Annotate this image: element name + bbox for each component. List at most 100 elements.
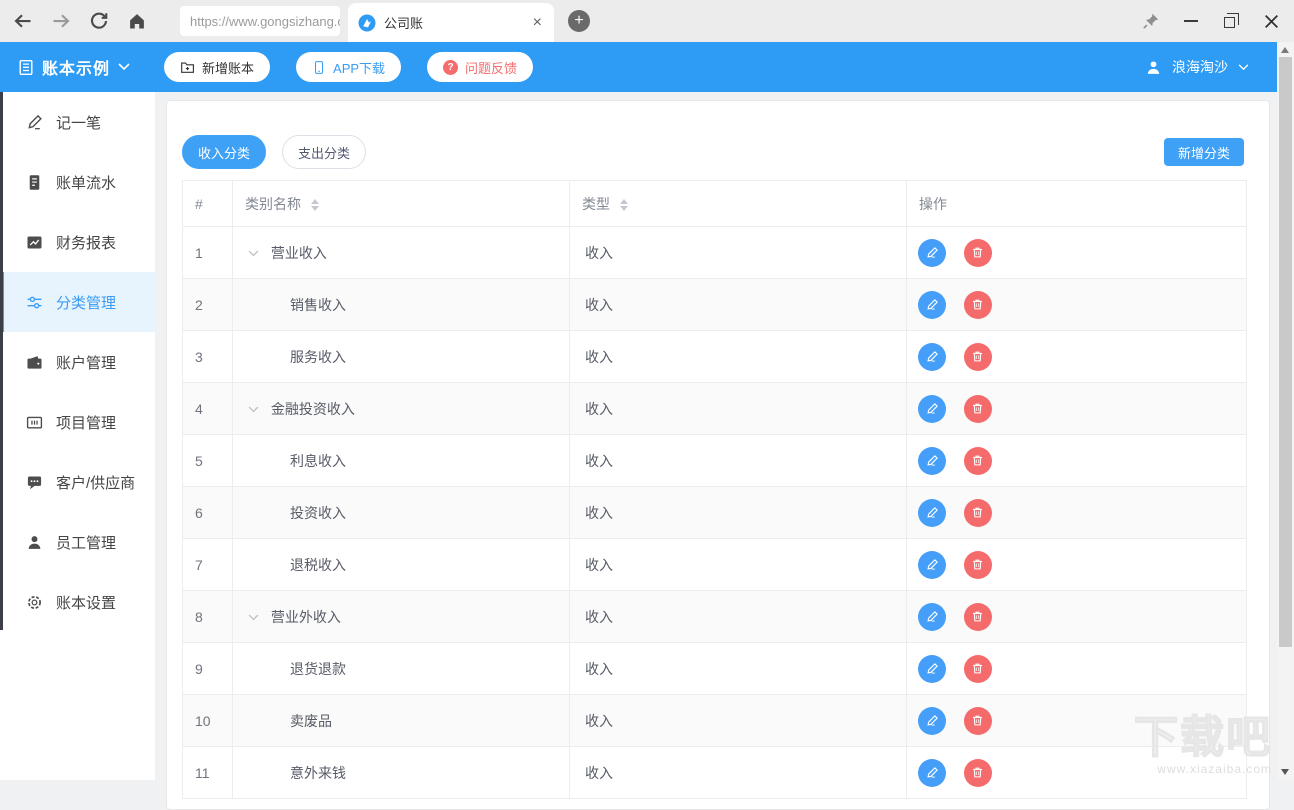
sidebar-item-projects[interactable]: 项目管理: [0, 392, 155, 452]
scrollbar-thumb[interactable]: [1279, 57, 1292, 647]
edit-button[interactable]: [918, 239, 946, 267]
scroll-up-icon[interactable]: [1281, 47, 1289, 53]
app-header: 账本示例 新增账本 APP下载 ? 问题反馈 浪海淘沙: [0, 42, 1277, 92]
sidebar: 记一笔 账单流水 财务报表 分类管理 账户管理 项目管理 客户/供应商: [0, 92, 155, 780]
sidebar-item-customers[interactable]: 客户/供应商: [0, 452, 155, 512]
delete-button[interactable]: [964, 551, 992, 579]
category-name: 金融投资收入: [271, 401, 355, 417]
delete-button[interactable]: [964, 759, 992, 787]
edit-button[interactable]: [918, 551, 946, 579]
scrollbar[interactable]: [1277, 42, 1294, 780]
edit-button[interactable]: [918, 343, 946, 371]
delete-button[interactable]: [964, 447, 992, 475]
scroll-down-icon[interactable]: [1281, 769, 1289, 775]
category-type: 收入: [570, 747, 907, 799]
sidebar-item-bills[interactable]: 账单流水: [0, 152, 155, 212]
ledger-switcher[interactable]: 账本示例: [18, 55, 130, 79]
url-input[interactable]: https://www.gongsizhang.c: [180, 6, 340, 36]
category-type: 收入: [570, 331, 907, 383]
add-ledger-button[interactable]: 新增账本: [164, 52, 270, 82]
expand-chevron-icon[interactable]: [248, 250, 259, 257]
gear-icon: [26, 594, 43, 611]
category-name: 意外来钱: [290, 765, 346, 781]
edit-button[interactable]: [918, 291, 946, 319]
ledger-icon: [18, 59, 34, 76]
tab-label: 收入分类: [198, 143, 250, 162]
trash-icon: [971, 558, 984, 571]
delete-button[interactable]: [964, 343, 992, 371]
tab-expense-categories[interactable]: 支出分类: [282, 135, 366, 169]
back-icon[interactable]: [8, 6, 38, 36]
sidebar-item-label: 账单流水: [56, 172, 116, 193]
forward-icon[interactable]: [46, 6, 76, 36]
sort-icon[interactable]: [620, 199, 628, 211]
minimize-icon[interactable]: [1174, 6, 1208, 36]
url-text: https://www.gongsizhang.c: [190, 14, 340, 29]
sidebar-item-record[interactable]: 记一笔: [0, 92, 155, 152]
person-icon: [26, 534, 43, 551]
header-label: 类型: [582, 196, 610, 212]
tab-close-icon[interactable]: ×: [531, 14, 544, 32]
row-index: 3: [183, 331, 233, 383]
add-category-button[interactable]: 新增分类: [1164, 138, 1244, 166]
content-card: 收入分类 支出分类 新增分类 # 类别名称 类型 操作 1: [166, 100, 1270, 810]
table-row: 3 服务收入 收入: [183, 331, 1247, 383]
browser-tab[interactable]: 公司账 ×: [348, 3, 554, 42]
app-download-button[interactable]: APP下载: [296, 52, 401, 82]
sidebar-item-categories[interactable]: 分类管理: [0, 272, 155, 332]
table-row: 7 退税收入 收入: [183, 539, 1247, 591]
delete-button[interactable]: [964, 603, 992, 631]
delete-button[interactable]: [964, 239, 992, 267]
category-type: 收入: [570, 279, 907, 331]
trash-icon: [971, 402, 984, 415]
delete-button[interactable]: [964, 707, 992, 735]
edit-button[interactable]: [918, 603, 946, 631]
sidebar-item-reports[interactable]: 财务报表: [0, 212, 155, 272]
add-ledger-label: 新增账本: [202, 58, 254, 77]
table-row: 2 销售收入 收入: [183, 279, 1247, 331]
tab-income-categories[interactable]: 收入分类: [182, 135, 266, 169]
edit-button[interactable]: [918, 655, 946, 683]
delete-button[interactable]: [964, 291, 992, 319]
chat-icon: [26, 474, 43, 491]
edit-button[interactable]: [918, 499, 946, 527]
favicon: [358, 14, 376, 32]
edit-pencil-icon: [926, 246, 939, 259]
user-menu[interactable]: 浪海淘沙: [1145, 57, 1249, 77]
category-name: 营业外收入: [271, 609, 341, 625]
delete-button[interactable]: [964, 499, 992, 527]
category-type: 收入: [570, 643, 907, 695]
edit-button[interactable]: [918, 395, 946, 423]
bill-icon: [26, 174, 43, 191]
category-type: 收入: [570, 539, 907, 591]
wallet-icon: [26, 354, 43, 371]
category-type: 收入: [570, 695, 907, 747]
home-icon[interactable]: [122, 6, 152, 36]
delete-button[interactable]: [964, 655, 992, 683]
sidebar-item-employees[interactable]: 员工管理: [0, 512, 155, 572]
edit-button[interactable]: [918, 759, 946, 787]
question-icon: ?: [443, 60, 458, 75]
new-tab-button[interactable]: +: [568, 10, 590, 32]
trash-icon: [971, 662, 984, 675]
expand-chevron-icon[interactable]: [248, 614, 259, 621]
edit-button[interactable]: [918, 707, 946, 735]
sidebar-item-settings[interactable]: 账本设置: [0, 572, 155, 632]
close-icon[interactable]: [1254, 6, 1288, 36]
refresh-icon[interactable]: [84, 6, 114, 36]
category-name: 投资收入: [290, 505, 346, 521]
sort-icon[interactable]: [311, 199, 319, 211]
sidebar-item-label: 账户管理: [56, 352, 116, 373]
trash-icon: [971, 350, 984, 363]
delete-button[interactable]: [964, 395, 992, 423]
table-row: 5 利息收入 收入: [183, 435, 1247, 487]
table-row: 9 退货退款 收入: [183, 643, 1247, 695]
sidebar-item-accounts[interactable]: 账户管理: [0, 332, 155, 392]
feedback-button[interactable]: ? 问题反馈: [427, 52, 533, 82]
edit-pencil-icon: [926, 558, 939, 571]
edit-button[interactable]: [918, 447, 946, 475]
expand-chevron-icon[interactable]: [248, 406, 259, 413]
restore-icon[interactable]: [1214, 6, 1248, 36]
pin-icon[interactable]: [1134, 6, 1168, 36]
category-name: 卖废品: [290, 713, 332, 729]
